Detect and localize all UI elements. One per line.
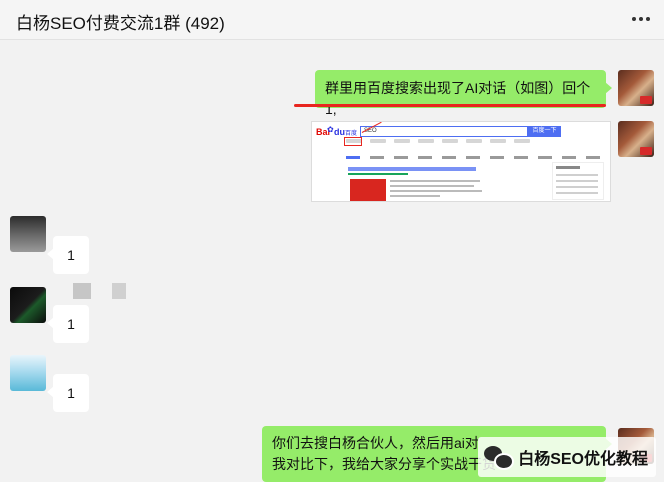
- baidu-logo-suffix: du: [334, 127, 345, 137]
- side-panel-line: [556, 174, 598, 176]
- avatar[interactable]: [618, 70, 654, 106]
- search-input: SEO: [360, 126, 528, 137]
- result-tabs: [346, 156, 600, 159]
- result-snippet-line: [390, 180, 480, 182]
- side-panel-line: [556, 180, 598, 182]
- paw-icon: ✿: [327, 125, 334, 134]
- result-snippet-line: [390, 185, 474, 187]
- message-text: 1: [67, 316, 75, 332]
- chat-title: 白杨SEO付费交流1群 (492): [16, 14, 225, 33]
- message-text: 1: [67, 247, 75, 263]
- baidu-logo-sub: 百度: [345, 131, 358, 137]
- side-panel-line: [556, 186, 598, 188]
- result-url: [348, 173, 408, 175]
- result-snippet-line: [390, 190, 482, 192]
- sender-name-redacted: [112, 283, 126, 299]
- more-options-icon[interactable]: [632, 10, 650, 28]
- search-button: 百度一下: [528, 126, 561, 137]
- image-message[interactable]: Bai ✿ du 百度 SEO 百度一下: [311, 121, 611, 202]
- message-bubble[interactable]: 1: [47, 374, 89, 412]
- side-panel-heading: [556, 166, 580, 169]
- watermark: 白杨SEO优化教程: [478, 437, 656, 477]
- result-title: [348, 167, 476, 171]
- wechat-icon: [484, 446, 515, 470]
- message-bubble[interactable]: 1: [47, 236, 89, 274]
- message-text: 群里用百度搜索出现了AI对话（如图）回个1,: [325, 80, 591, 117]
- avatar[interactable]: [618, 121, 654, 157]
- message-bubble[interactable]: 1: [47, 305, 89, 343]
- highlight-underline: [294, 104, 606, 107]
- avatar[interactable]: [10, 355, 46, 391]
- result-snippet-line: [390, 195, 440, 197]
- side-panel-line: [556, 192, 598, 194]
- search-suggestions: [346, 139, 530, 143]
- result-thumbnail: [350, 179, 386, 201]
- message-text: 1: [67, 385, 75, 401]
- avatar[interactable]: [10, 287, 46, 323]
- ai-chat-highlight-box: [344, 137, 362, 146]
- avatar[interactable]: [10, 216, 46, 252]
- message-bubble[interactable]: 群里用百度搜索出现了AI对话（如图）回个1,: [315, 70, 612, 117]
- sender-name-redacted: [73, 283, 91, 299]
- watermark-text: 白杨SEO优化教程: [518, 451, 648, 468]
- chat-header: 白杨SEO付费交流1群 (492): [0, 0, 664, 40]
